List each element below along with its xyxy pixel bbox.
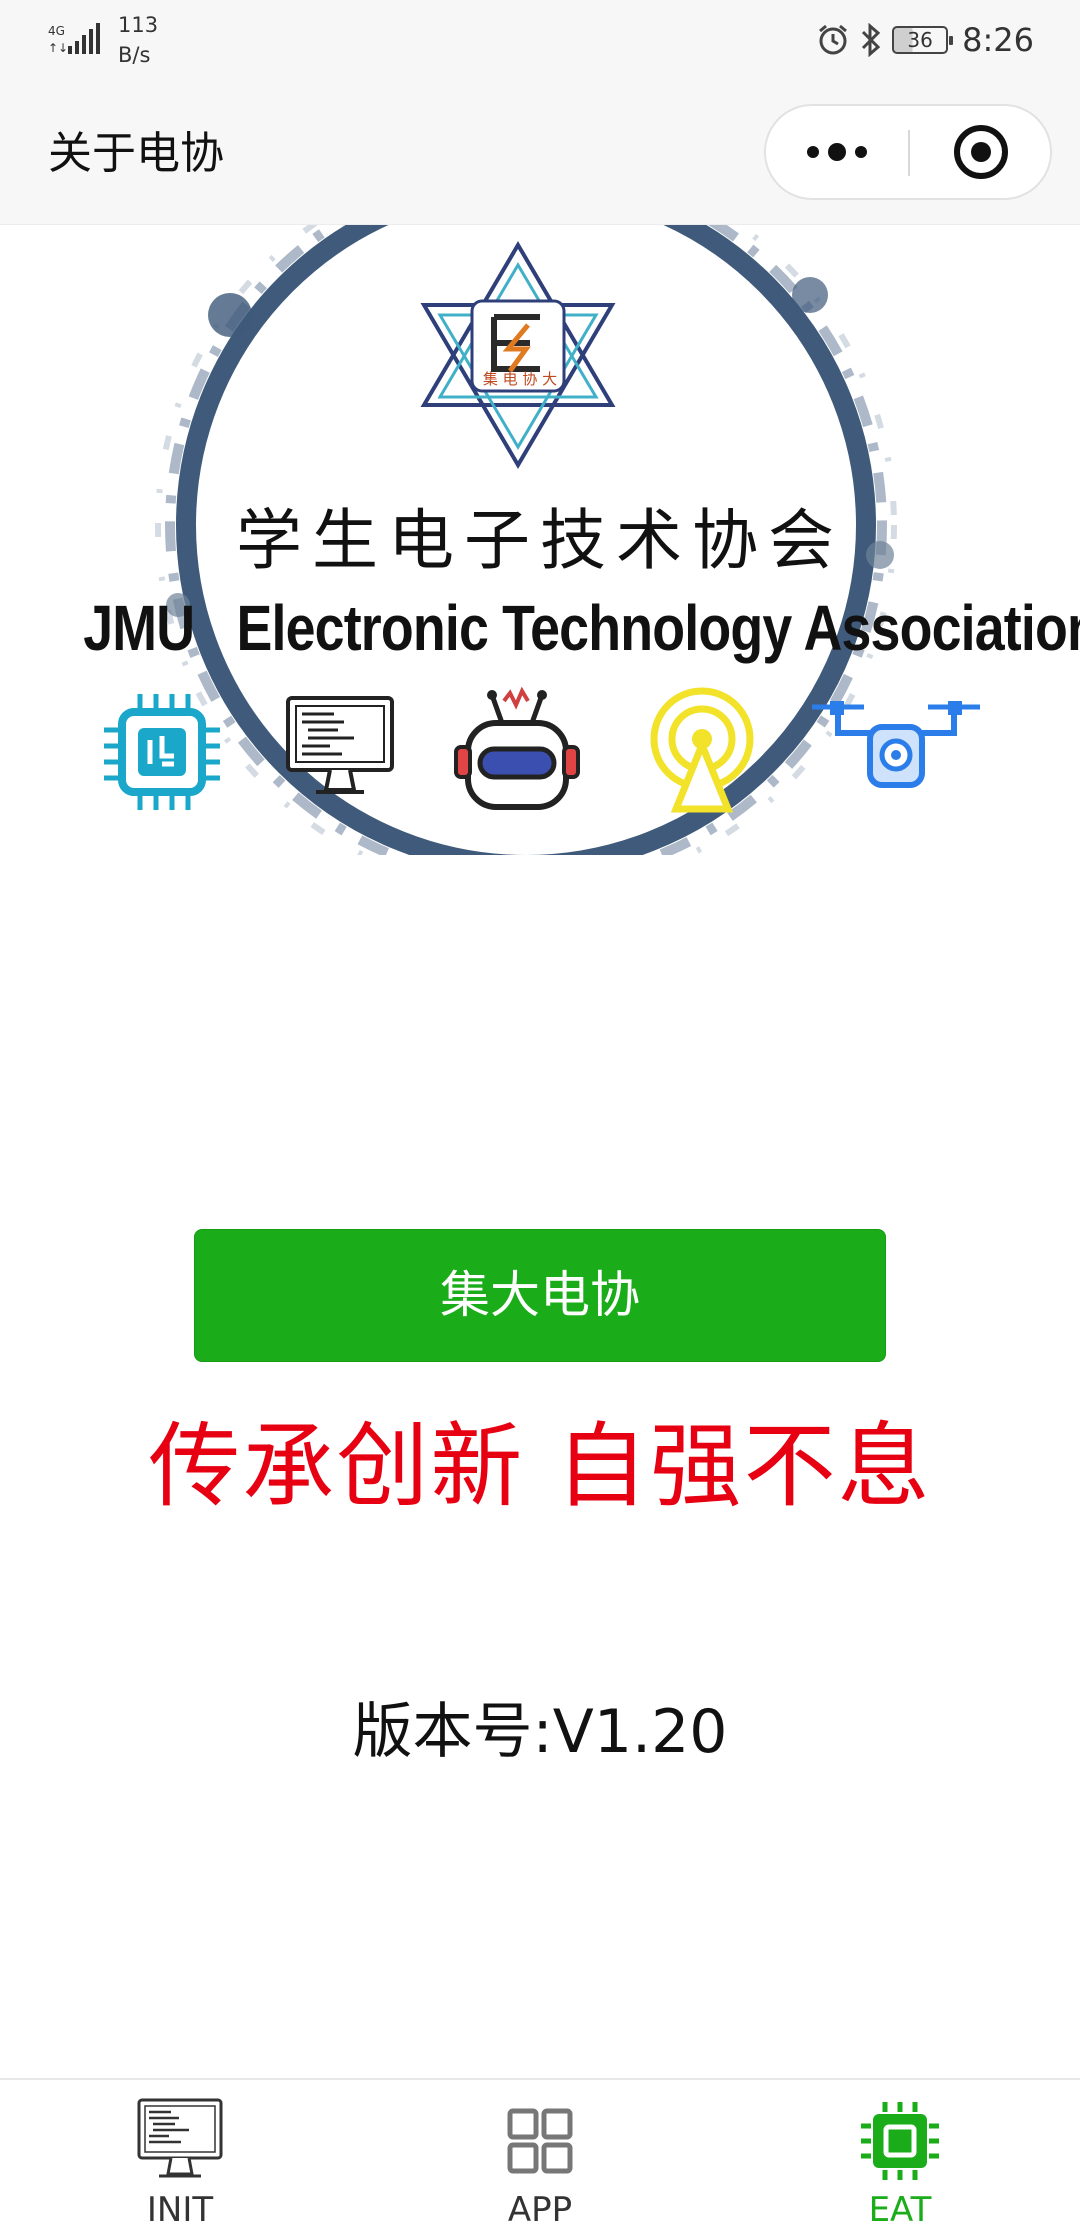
svg-text:4G: 4G	[48, 24, 65, 38]
drone-icon	[812, 701, 980, 788]
computer-icon	[137, 2098, 223, 2178]
status-time: 8:26	[962, 21, 1034, 59]
slogan-text: 传承创新 自强不息	[148, 1413, 932, 1520]
more-dots-icon[interactable]	[766, 106, 908, 198]
nav-bar: 关于电协	[0, 80, 1080, 225]
computer-icon	[286, 696, 394, 794]
chip-icon	[104, 694, 220, 810]
tab-app-label: APP	[507, 2190, 573, 2230]
tab-bar: INIT APP EAT	[0, 2078, 1080, 2240]
page-title: 关于电协	[48, 128, 224, 179]
association-button[interactable]: 集大电协	[194, 1229, 886, 1362]
tab-app[interactable]: APP	[360, 2080, 720, 2240]
tab-eat[interactable]: EAT	[720, 2080, 1080, 2240]
logo-caption: 集 电 协 大	[482, 370, 558, 388]
version-label: 版本号:V1.20	[352, 1697, 728, 1767]
target-close-icon[interactable]	[910, 106, 1052, 198]
chip-icon	[861, 2102, 939, 2180]
tab-init[interactable]: INIT	[0, 2080, 360, 2240]
tab-init-label: INIT	[146, 2190, 214, 2230]
association-en-name: JMU Electronic Technology Association	[83, 592, 1080, 664]
antenna-icon	[650, 687, 754, 813]
association-star-logo	[420, 241, 616, 469]
alarm-icon	[819, 24, 848, 55]
miniprogram-capsule	[764, 104, 1052, 200]
grid-icon	[507, 2108, 573, 2174]
svg-text:↑↓: ↑↓	[48, 41, 68, 55]
network-speed: 113 B/s	[118, 13, 159, 67]
association-banner: 集 电 协 大 学生电子技术协会 JMU Electronic Technolo…	[0, 225, 1080, 855]
status-bar: 4G ↑↓ 113 B/s 36 8:26	[0, 0, 1080, 80]
battery-icon: 36	[892, 26, 954, 54]
association-cn-name: 学生电子技术协会	[236, 502, 844, 579]
bluetooth-icon	[862, 23, 881, 57]
signal-icon: 4G ↑↓	[48, 23, 100, 55]
robot-icon	[454, 687, 580, 810]
tab-eat-label: EAT	[868, 2190, 932, 2230]
